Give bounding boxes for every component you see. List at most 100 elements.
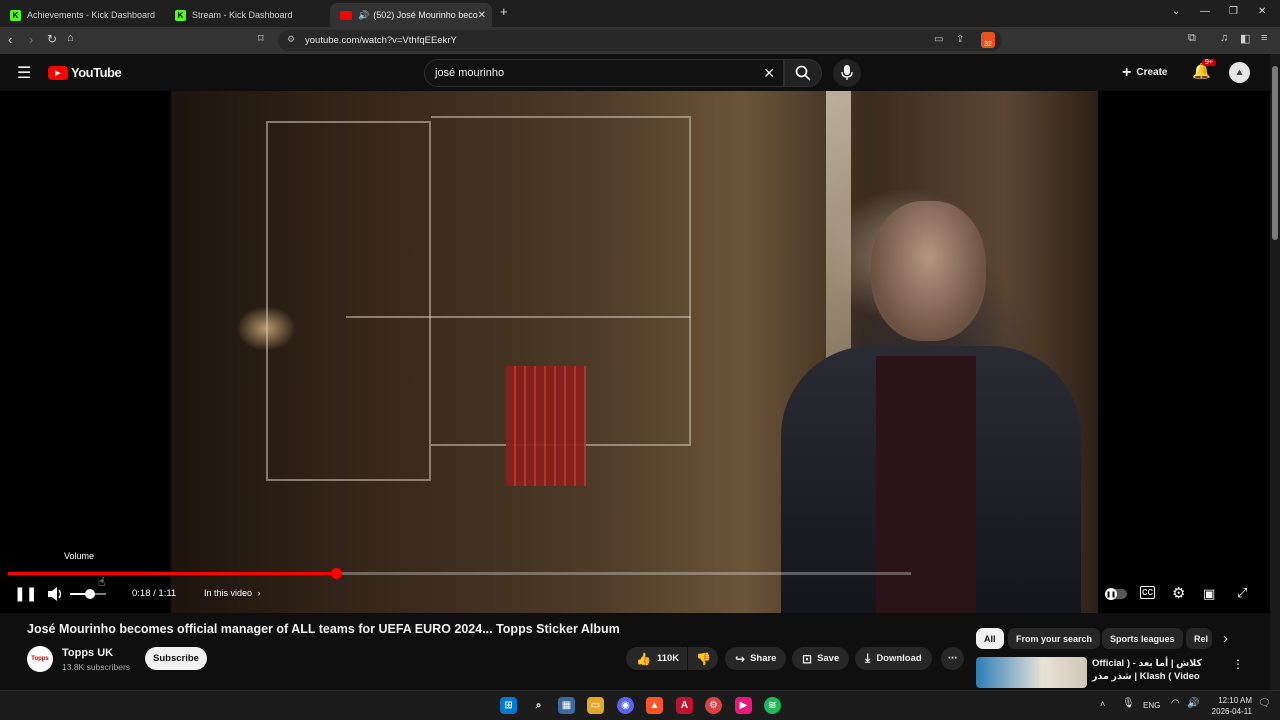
video-shelf	[346, 316, 691, 318]
search-button[interactable]	[784, 59, 822, 87]
wifi-icon[interactable]: ◠	[1171, 698, 1180, 709]
taskbar-search-icon[interactable]: ⌕	[530, 697, 547, 714]
subscribe-button[interactable]: Subscribe	[145, 647, 207, 670]
channel-name[interactable]: Topps UK	[62, 647, 113, 659]
fullscreen-icon[interactable]: ⤢	[1237, 585, 1247, 601]
share-button[interactable]: ↪ Share	[725, 647, 787, 670]
clock-date: 2026-04-11	[1211, 707, 1252, 716]
play-logo-icon: ▶	[48, 65, 68, 80]
youtube-icon	[340, 10, 352, 20]
create-button[interactable]: + Create	[1122, 61, 1167, 84]
tab-search-chevron-icon[interactable]: ⌄	[1172, 6, 1180, 17]
share-page-icon[interactable]: ⇪	[956, 34, 964, 45]
hamburger-menu-icon[interactable]: ☰	[17, 63, 31, 83]
speaker-icon[interactable]: 🔊	[358, 10, 369, 21]
voice-search-button[interactable]	[833, 59, 861, 87]
sidebar-icon[interactable]: ◧	[1240, 32, 1250, 45]
windows-start-icon[interactable]: ⊞	[500, 697, 517, 714]
clear-search-icon[interactable]: ✕	[763, 65, 775, 82]
speaker-tray-icon[interactable]: 🔊	[1187, 698, 1199, 709]
close-tab-icon[interactable]: ✕	[478, 10, 486, 21]
save-label: Save	[817, 653, 840, 664]
forward-icon[interactable]: ›	[29, 32, 33, 47]
tab-label: (502) José Mourinho becomes	[373, 10, 478, 20]
video-frame	[171, 91, 1098, 613]
cast-icon[interactable]: ▭	[934, 34, 943, 45]
miniplayer-icon[interactable]: ▣	[1203, 586, 1215, 602]
microphone-icon	[841, 65, 853, 80]
site-info-icon[interactable]: ⚙	[287, 34, 295, 45]
tab-stream[interactable]: K Stream - Kick Dashboard	[165, 3, 330, 27]
chip-all[interactable]: All	[976, 628, 1004, 649]
clock-time: 12:10 AM	[1218, 696, 1252, 705]
save-button[interactable]: ⊡ Save	[792, 647, 850, 670]
video-player[interactable]: Volume ❚❚ ☝ 0:18 / 1:11 In this video › …	[0, 91, 1270, 613]
youtube-logo[interactable]: ▶ YouTube	[48, 65, 122, 80]
reload-icon[interactable]: ↻	[47, 32, 57, 46]
progress-scrubber[interactable]	[331, 568, 342, 579]
maximize-button[interactable]: ❐	[1229, 6, 1238, 17]
captions-icon[interactable]: cc	[1140, 586, 1155, 599]
kick-icon: K	[10, 9, 21, 21]
download-button[interactable]: ⤓ Download	[855, 647, 932, 670]
pause-icon[interactable]: ❚❚	[14, 585, 37, 602]
share-icon: ↪	[735, 651, 746, 666]
url-field[interactable]: ⚙ youtube.com/watch?v=VthfqEEekrY ▭ ⇪ 32	[278, 30, 1002, 51]
tray-mic-icon[interactable]: 🎙	[1122, 698, 1135, 709]
youtube-header: ☰ ▶ YouTube josé mourinho ✕ + Create 🔔 9…	[0, 54, 1280, 91]
tab-achievements[interactable]: K Achievements - Kick Dashboard	[0, 3, 165, 27]
notification-center-icon[interactable]: 🗨	[1258, 698, 1271, 709]
extensions-icon[interactable]: ⧉	[1188, 32, 1196, 45]
scrollbar-thumb[interactable]	[1272, 66, 1278, 240]
chip-from-your-search[interactable]: From your search	[1008, 628, 1101, 649]
volume-icon[interactable]	[47, 587, 63, 601]
streaming-app-icon[interactable]: ▶	[735, 697, 752, 714]
video-title: José Mourinho becomes official manager o…	[27, 622, 620, 636]
chips-next-icon[interactable]: ›	[1223, 630, 1228, 647]
video-shelf	[266, 121, 431, 481]
channel-avatar[interactable]: Topps	[27, 646, 53, 672]
new-tab-button[interactable]: +	[500, 4, 508, 19]
discord-icon[interactable]: ◉	[617, 697, 634, 714]
chip-related[interactable]: Rel	[1186, 628, 1212, 649]
account-avatar[interactable]: ⛰	[1229, 62, 1250, 83]
chevron-right-icon: ›	[257, 588, 261, 598]
adobe-acrobat-icon[interactable]: A	[676, 697, 693, 714]
file-explorer-icon[interactable]: ▭	[587, 697, 604, 714]
time-display: 0:18 / 1:11	[132, 588, 177, 599]
spotify-icon[interactable]: ≋	[764, 697, 781, 714]
back-icon[interactable]: ‹	[8, 32, 12, 47]
app-icon[interactable]: ⚙	[705, 697, 722, 714]
more-actions-button[interactable]: ⋯	[941, 647, 964, 670]
chip-sports-leagues[interactable]: Sports leagues	[1102, 628, 1183, 649]
tray-chevron-icon[interactable]: ˄	[1100, 699, 1105, 709]
recommendation-title[interactable]: Official ) كلاش | أما بعد - شذر مذر | Kl…	[1092, 657, 1222, 683]
thumbs-up-icon: 👍	[636, 651, 651, 666]
bookmark-icon[interactable]: ⌑	[258, 32, 264, 45]
recommendation-thumbnail[interactable]	[976, 657, 1087, 688]
share-label: Share	[750, 653, 777, 664]
home-icon[interactable]: ⌂	[67, 32, 74, 44]
like-button[interactable]: 👍 110K	[626, 647, 687, 670]
kick-icon: K	[175, 9, 186, 21]
dislike-button[interactable]: 👎	[688, 647, 718, 670]
tab-youtube-video[interactable]: 🔊 (502) José Mourinho becomes ✕	[330, 3, 492, 27]
media-icon[interactable]: ♫	[1220, 32, 1228, 44]
volume-knob[interactable]	[85, 589, 95, 599]
system-clock[interactable]: 12:10 AM 2026-04-11	[1212, 695, 1252, 717]
url-text: youtube.com/watch?v=VthfqEEekrY	[305, 35, 457, 46]
input-language[interactable]: ENG	[1143, 701, 1160, 710]
notifications-button[interactable]: 🔔 9+	[1192, 59, 1216, 81]
in-this-video-button[interactable]: In this video ›	[204, 588, 261, 598]
search-input[interactable]: josé mourinho ✕	[424, 59, 784, 87]
close-window-button[interactable]: ✕	[1258, 6, 1266, 17]
autoplay-toggle[interactable]: ❚❚	[1105, 588, 1127, 600]
brave-browser-icon[interactable]: ▲	[646, 697, 663, 714]
menu-icon[interactable]: ≡	[1261, 32, 1267, 44]
taskbar-widgets-icon[interactable]: ▦	[558, 697, 575, 714]
brave-shield-icon[interactable]: 32	[981, 32, 995, 48]
recommendation-menu-icon[interactable]: ⋮	[1232, 657, 1244, 671]
minimize-button[interactable]: —	[1200, 6, 1210, 17]
settings-gear-icon[interactable]: ⚙	[1172, 584, 1185, 602]
download-label: Download	[876, 653, 922, 664]
